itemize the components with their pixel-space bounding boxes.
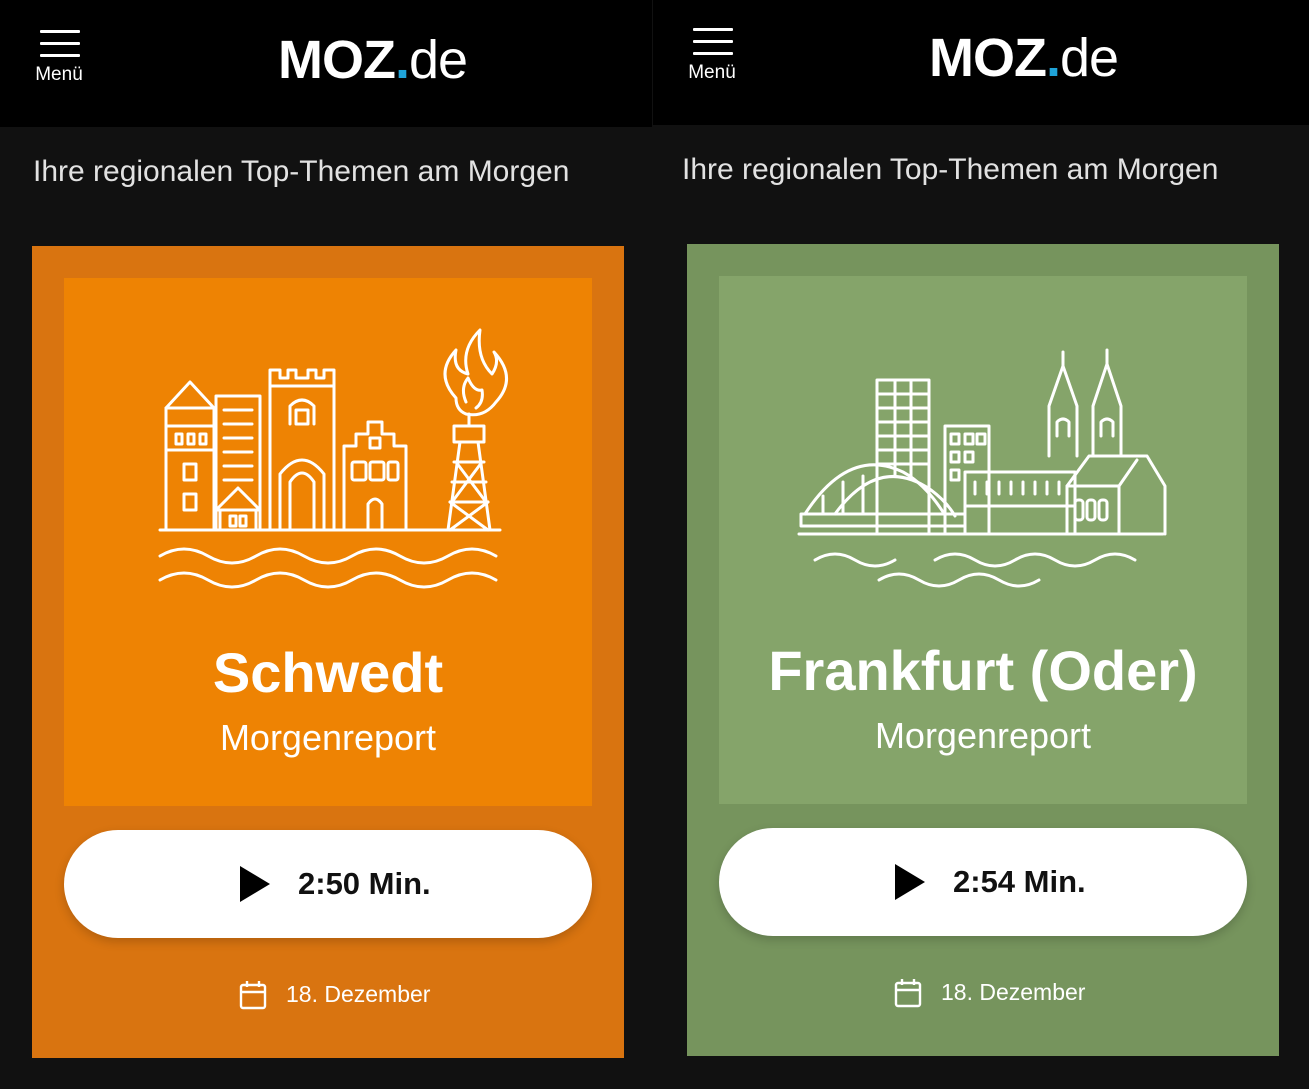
moz-logo[interactable]: MOZ.de <box>278 30 538 90</box>
schwedt-skyline-icon <box>158 328 508 589</box>
menu-button[interactable]: Menü <box>24 20 94 100</box>
calendar-icon <box>894 979 922 1008</box>
report-subtitle: Morgenreport <box>219 717 437 758</box>
logo-dot: . <box>394 30 410 90</box>
morgenreport-card-schwedt[interactable]: Schwedt Morgenreport 2:50 Min. 18. Dezem… <box>32 246 624 1058</box>
card-cover: Frankfurt (Oder) Morgenreport <box>719 276 1247 804</box>
play-button[interactable]: 2:50 Min. <box>64 830 592 938</box>
logo-main: MOZ <box>278 30 396 90</box>
site-header: Menü MOZ.de <box>0 0 652 127</box>
screen-frankfurt: Menü MOZ.de Ihre regionalen Top-Themen a… <box>653 0 1309 1089</box>
hamburger-icon <box>693 28 733 55</box>
publish-date: 18. Dezember <box>687 972 1279 1012</box>
play-duration: 2:50 Min. <box>298 866 431 901</box>
city-title: Frankfurt (Oder) <box>768 639 1198 702</box>
date-text: 18. Dezember <box>941 979 1086 1005</box>
report-subtitle: Morgenreport <box>874 715 1092 756</box>
site-header: Menü MOZ.de <box>653 0 1309 125</box>
intro-heading: Ihre regionalen Top-Themen am Morgen <box>33 155 570 188</box>
hamburger-icon <box>40 30 80 57</box>
play-button[interactable]: 2:54 Min. <box>719 828 1247 936</box>
play-icon <box>240 866 270 902</box>
logo-main: MOZ <box>929 28 1047 88</box>
card-cover: Schwedt Morgenreport <box>64 278 592 806</box>
city-title: Schwedt <box>212 641 444 704</box>
play-duration: 2:54 Min. <box>953 864 1086 899</box>
morgenreport-card-frankfurt[interactable]: Frankfurt (Oder) Morgenreport 2:54 Min. … <box>687 244 1279 1056</box>
frankfurt-skyline-icon <box>797 348 1167 588</box>
screen-schwedt: Menü MOZ.de Ihre regionalen Top-Themen a… <box>0 0 652 1089</box>
menu-label: Menü <box>35 64 83 85</box>
date-text: 18. Dezember <box>286 981 431 1007</box>
menu-button[interactable]: Menü <box>677 18 747 98</box>
intro-heading: Ihre regionalen Top-Themen am Morgen <box>682 153 1219 186</box>
logo-dot: . <box>1045 28 1061 88</box>
publish-date: 18. Dezember <box>32 974 624 1014</box>
menu-label: Menü <box>688 62 736 83</box>
moz-logo[interactable]: MOZ.de <box>929 28 1189 88</box>
logo-tld: de <box>1060 28 1119 88</box>
calendar-icon <box>239 981 267 1010</box>
logo-tld: de <box>409 30 468 90</box>
play-icon <box>895 864 925 900</box>
